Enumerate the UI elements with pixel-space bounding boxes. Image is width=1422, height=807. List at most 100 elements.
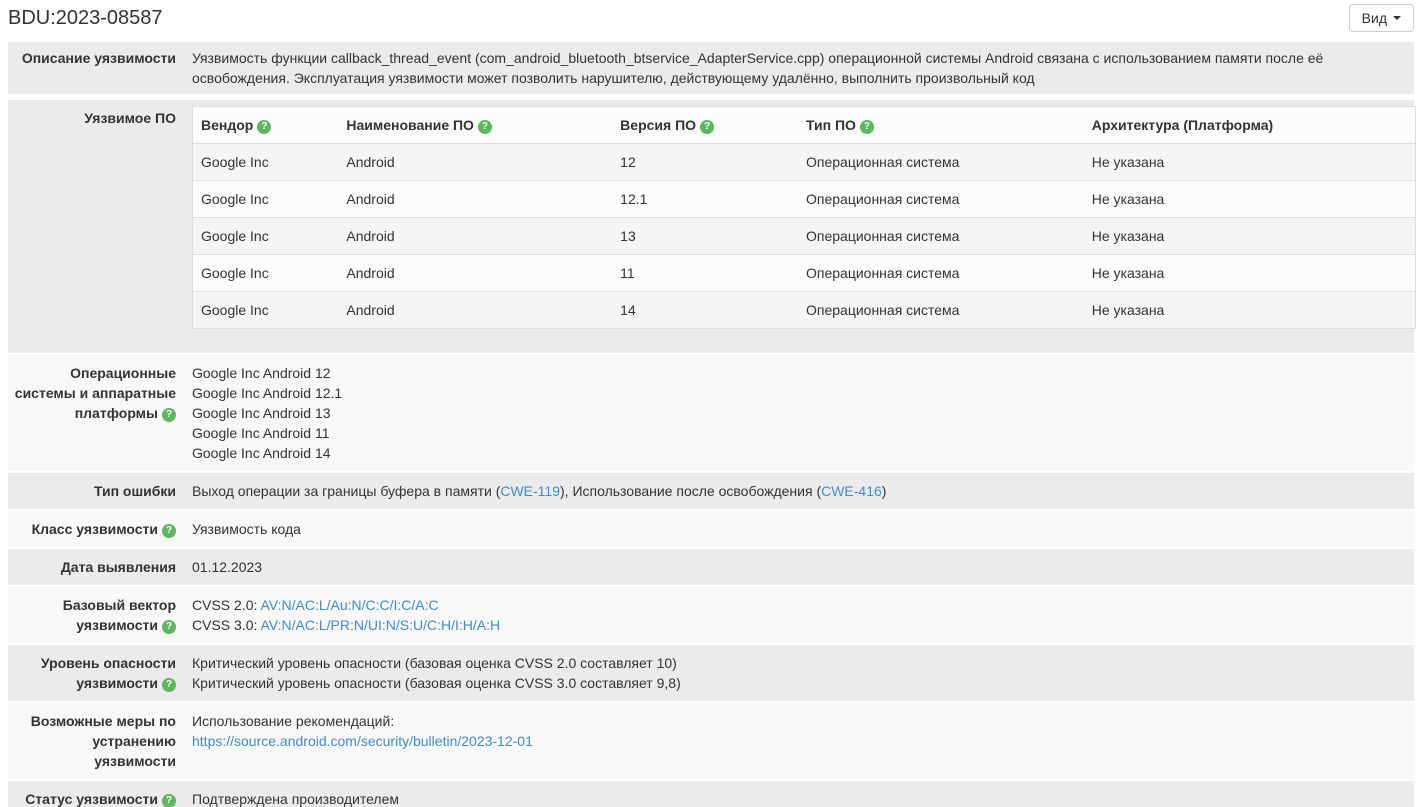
detail-label-remediation: Возможные меры по устранению уязвимости	[8, 703, 184, 779]
detail-label-detection-date: Дата выявления	[8, 549, 184, 585]
value-line: Критический уровень опасности (базовая о…	[192, 653, 1406, 673]
column-header-label: Версия ПО	[620, 117, 696, 133]
table-cell: Операционная система	[798, 292, 1084, 329]
table-cell: Google Inc	[193, 255, 339, 292]
value-line: Использование рекомендаций:	[192, 711, 1406, 731]
vulnerability-details: Описание уязвимости Уязвимость функции c…	[8, 42, 1414, 807]
help-icon[interactable]: ?	[162, 678, 176, 692]
detail-label-status: Статус уязвимости?	[8, 781, 184, 807]
error-type-link[interactable]: CWE-416	[821, 483, 882, 499]
detail-value-detection-date: 01.12.2023	[184, 549, 1414, 585]
vulnerable-software-cell: Вендор?Наименование ПО?Версия ПО?Тип ПО?…	[184, 100, 1422, 353]
table-cell: 11	[612, 255, 798, 292]
page-title: BDU:2023-08587	[8, 7, 163, 30]
base-vector-link[interactable]: AV:N/AC:L/PR:N/UI:N/S:U/C:H/I:H/A:H	[260, 617, 500, 633]
remediation-link[interactable]: https://source.android.com/security/bull…	[192, 733, 533, 749]
vulnerable-software-table-body: Google IncAndroid12Операционная системаН…	[193, 144, 1416, 329]
help-icon[interactable]: ?	[860, 120, 874, 134]
table-cell: Google Inc	[193, 144, 339, 181]
value-line: Google Inc Android 14	[192, 443, 1406, 463]
table-cell: Android	[338, 144, 612, 181]
help-icon[interactable]: ?	[162, 408, 176, 422]
detail-row-detection-date: Дата выявления 01.12.2023	[8, 549, 1414, 585]
value-line: Google Inc Android 12	[192, 363, 1406, 383]
table-cell: Операционная система	[798, 181, 1084, 218]
description-label: Описание уязвимости	[8, 42, 184, 94]
view-dropdown-button[interactable]: Вид	[1349, 4, 1414, 32]
table-cell: Не указана	[1084, 181, 1416, 218]
vulnerable-software-label: Уязвимое ПО	[8, 100, 184, 353]
description-row: Описание уязвимости Уязвимость функции c…	[8, 42, 1414, 94]
details-rows: Операционные системы и аппаратные платфо…	[8, 355, 1414, 807]
value-line: Google Inc Android 11	[192, 423, 1406, 443]
detail-label-severity-level: Уровень опасности уязвимости?	[8, 645, 184, 701]
column-header-label: Наименование ПО	[346, 117, 474, 133]
detail-value-status: Подтверждена производителем	[184, 781, 1414, 807]
value-line: 01.12.2023	[192, 557, 1406, 577]
table-row: Google IncAndroid14Операционная системаН…	[193, 292, 1416, 329]
detail-row-vulnerability-class: Класс уязвимости? Уязвимость кода	[8, 511, 1414, 547]
value-line: Google Inc Android 12.1	[192, 383, 1406, 403]
description-text: Уязвимость функции callback_thread_event…	[184, 42, 1414, 94]
column-header: Версия ПО?	[612, 107, 798, 144]
table-row: Google IncAndroid12Операционная системаН…	[193, 144, 1416, 181]
detail-row-error-type: Тип ошибки Выход операции за границы буфе…	[8, 473, 1414, 509]
value-line: Google Inc Android 13	[192, 403, 1406, 423]
table-cell: Google Inc	[193, 218, 339, 255]
table-cell: Не указана	[1084, 255, 1416, 292]
value-line: CVSS 3.0: AV:N/AC:L/PR:N/UI:N/S:U/C:H/I:…	[192, 615, 1406, 635]
detail-value-severity-level: Критический уровень опасности (базовая о…	[184, 645, 1414, 701]
table-cell: Google Inc	[193, 292, 339, 329]
help-icon[interactable]: ?	[478, 120, 492, 134]
detail-row-remediation: Возможные меры по устранению уязвимостиИ…	[8, 703, 1414, 779]
column-header-label: Архитектура (Платформа)	[1092, 117, 1273, 133]
table-cell: Не указана	[1084, 218, 1416, 255]
table-cell: 12	[612, 144, 798, 181]
table-cell: Не указана	[1084, 144, 1416, 181]
help-icon[interactable]: ?	[162, 524, 176, 538]
table-cell: Операционная система	[798, 144, 1084, 181]
column-header-label: Тип ПО	[806, 117, 856, 133]
help-icon[interactable]: ?	[257, 120, 271, 134]
detail-row-base-vector: Базовый вектор уязвимости?CVSS 2.0: AV:N…	[8, 587, 1414, 643]
column-header: Архитектура (Платформа)	[1084, 107, 1416, 144]
table-cell: Не указана	[1084, 292, 1416, 329]
detail-label-error-type: Тип ошибки	[8, 473, 184, 509]
detail-row-os-platforms: Операционные системы и аппаратные платфо…	[8, 355, 1414, 471]
page-header: BDU:2023-08587 Вид	[0, 0, 1422, 40]
detail-row-severity-level: Уровень опасности уязвимости? Критический…	[8, 645, 1414, 701]
vulnerable-software-table-head: Вендор?Наименование ПО?Версия ПО?Тип ПО?…	[193, 107, 1416, 144]
table-cell: 13	[612, 218, 798, 255]
table-cell: Google Inc	[193, 181, 339, 218]
table-cell: Операционная система	[798, 255, 1084, 292]
detail-row-status: Статус уязвимости?Подтверждена производи…	[8, 781, 1414, 807]
error-type-link[interactable]: CWE-119	[500, 483, 560, 499]
detail-value-os-platforms: Google Inc Android 12Google Inc Android …	[184, 355, 1414, 471]
table-cell: 14	[612, 292, 798, 329]
detail-label-os-platforms: Операционные системы и аппаратные платфо…	[8, 355, 184, 471]
help-icon[interactable]: ?	[700, 120, 714, 134]
value-line: Выход операции за границы буфера в памят…	[192, 481, 1406, 501]
base-vector-link[interactable]: AV:N/AC:L/Au:N/C:C/I:C/A:C	[260, 597, 438, 613]
caret-down-icon	[1393, 16, 1401, 20]
table-cell: Android	[338, 255, 612, 292]
detail-value-error-type: Выход операции за границы буфера в памят…	[184, 473, 1414, 509]
table-cell: Android	[338, 218, 612, 255]
column-header: Наименование ПО?	[338, 107, 612, 144]
table-row: Google IncAndroid13Операционная системаН…	[193, 218, 1416, 255]
table-cell: 12.1	[612, 181, 798, 218]
vulnerable-software-row: Уязвимое ПО Вендор?Наименование ПО?Верси…	[8, 100, 1414, 353]
column-header: Вендор?	[193, 107, 339, 144]
table-row: Google IncAndroid12.1Операционная систем…	[193, 181, 1416, 218]
table-cell: Android	[338, 292, 612, 329]
detail-label-base-vector: Базовый вектор уязвимости?	[8, 587, 184, 643]
detail-label-vulnerability-class: Класс уязвимости?	[8, 511, 184, 547]
detail-value-base-vector: CVSS 2.0: AV:N/AC:L/Au:N/C:C/I:C/A:CCVSS…	[184, 587, 1414, 643]
help-icon[interactable]: ?	[162, 794, 176, 807]
table-cell: Операционная система	[798, 218, 1084, 255]
detail-value-remediation: Использование рекомендаций: https://sourc…	[184, 703, 1414, 779]
table-row: Google IncAndroid11Операционная системаН…	[193, 255, 1416, 292]
detail-value-vulnerability-class: Уязвимость кода	[184, 511, 1414, 547]
help-icon[interactable]: ?	[162, 620, 176, 634]
value-line: Уязвимость кода	[192, 519, 1406, 539]
